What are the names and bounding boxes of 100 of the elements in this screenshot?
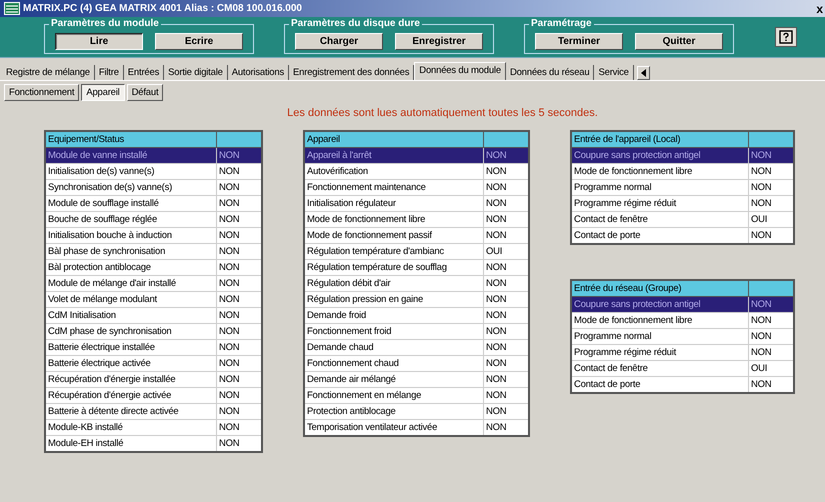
table-cell: CdM phase de synchronisation [45,324,216,340]
table-row[interactable]: Coupure sans protection antigel NON [571,296,794,312]
tab[interactable]: Filtre [94,65,124,80]
table-cell: Volet de mélange modulant [45,292,216,308]
group-legend: Paramétrage [529,18,594,29]
table-row[interactable]: Régulation température d'ambianc OUI [304,244,529,260]
tab[interactable]: Entrées [124,65,164,80]
subtab[interactable]: Appareil [81,84,125,101]
table-cell: Fonctionnement en mélange [304,388,484,404]
table-cell: NON [484,148,529,164]
table-row[interactable]: Récupération d'énergie installée NON [45,372,262,388]
help-button[interactable] [775,27,797,47]
subtab[interactable]: Fonctionnement [4,84,80,101]
table-cell: Régulation température de soufflag [304,260,484,276]
table-row[interactable]: Mode de fonctionnement libre NON [304,212,529,228]
subtab[interactable]: Défaut [126,84,164,101]
table-row[interactable]: Programme régime réduit NON [571,196,794,212]
table-row[interactable]: Protection antiblocage NON [304,404,529,420]
table-row[interactable]: CdM Initialisation NON [45,308,262,324]
table-row[interactable]: Batterie à détente directe activée NON [45,404,262,420]
toolbar-button[interactable]: Enregistrer [395,33,483,50]
left-arrow-icon [640,69,646,77]
table-cell: Initialisation régulateur [304,196,484,212]
table-row[interactable]: Batterie électrique installée NON [45,340,262,356]
table-row[interactable]: Initialisation régulateur NON [304,196,529,212]
table-row[interactable]: Fonctionnement froid NON [304,324,529,340]
table-cell: NON [748,296,794,312]
help-icon [779,30,793,44]
tab[interactable]: Registre de mélange [2,65,95,80]
table-row[interactable]: Fonctionnement en mélange NON [304,388,529,404]
tab-scroll-button[interactable] [636,66,650,80]
table-row[interactable]: Initialisation de(s) vanne(s) NON [45,164,262,180]
table-row[interactable]: Programme normal NON [571,180,794,196]
toolbar-button[interactable]: Quitter [635,33,723,50]
table-cell: Fonctionnement chaud [304,356,484,372]
table-cell: Coupure sans protection antigel [571,296,748,312]
table-cell: CdM Initialisation [45,308,216,324]
table-cell: Module de mélange d'air installé [45,276,216,292]
group-legend: Paramètres du module [49,18,161,29]
table-cell: Programme normal [571,328,748,344]
table-row[interactable]: Régulation débit d'air NON [304,276,529,292]
table-row[interactable]: Mode de fonctionnement libre NON [571,312,794,328]
table-row[interactable]: Module de mélange d'air installé NON [45,276,262,292]
table-row[interactable]: Temporisation ventilateur activée NON [304,420,529,436]
table-row[interactable]: Demande air mélangé NON [304,372,529,388]
table-row[interactable]: Demande chaud NON [304,340,529,356]
table-row[interactable]: Volet de mélange modulant NON [45,292,262,308]
table-cell: Temporisation ventilateur activée [304,420,484,436]
grid-icon [4,2,20,15]
table-cell: Programme normal [571,180,748,196]
table-cell: Demande chaud [304,340,484,356]
table-row[interactable]: Régulation pression en gaine NON [304,292,529,308]
toolbar-button[interactable]: Terminer [535,33,623,50]
table-row[interactable]: Fonctionnement maintenance NON [304,180,529,196]
table-row[interactable]: Programme normal NON [571,328,794,344]
table-cell: Bàl protection antiblocage [45,260,216,276]
tab[interactable]: Autorisations [228,65,290,80]
table-row[interactable]: Batterie électrique activée NON [45,356,262,372]
table-cell: Batterie à détente directe activée [45,404,216,420]
tab[interactable]: Service [594,65,634,80]
toolbar-button[interactable]: Charger [295,33,383,50]
table-row[interactable]: Mode de fonctionnement passif NON [304,228,529,244]
table-row[interactable]: Programme régime réduit NON [571,344,794,360]
table-row[interactable]: Fonctionnement chaud NON [304,356,529,372]
table-row[interactable]: Récupération d'énergie activée NON [45,388,262,404]
table-row[interactable]: Demande froid NON [304,308,529,324]
close-button[interactable]: x [816,2,825,16]
table-row[interactable]: Régulation température de soufflag NON [304,260,529,276]
table-row[interactable]: Module de soufflage installé NON [45,196,262,212]
table-row[interactable]: CdM phase de synchronisation NON [45,324,262,340]
table-cell: Mode de fonctionnement libre [571,164,748,180]
table-cell: Protection antiblocage [304,404,484,420]
table-cell: Demande froid [304,308,484,324]
table-row[interactable]: Initialisation bouche à induction NON [45,228,262,244]
toolbar-button[interactable]: Ecrire [155,33,243,50]
table-row[interactable]: Module-EH installé NON [45,436,262,452]
table-row[interactable]: Module de vanne installé NON [45,148,262,164]
tab[interactable]: Données du réseau [506,65,594,80]
table-row[interactable]: Mode de fonctionnement libre NON [571,164,794,180]
table-row[interactable]: Synchronisation de(s) vanne(s) NON [45,180,262,196]
table-row[interactable]: Bàl phase de synchronisation NON [45,244,262,260]
table-row[interactable]: Contact de fenêtre OUI [571,360,794,376]
table-row[interactable]: Module-KB installé NON [45,420,262,436]
table-cell: NON [216,148,262,164]
tab[interactable]: Sortie digitale [164,65,228,80]
table-row[interactable]: Coupure sans protection antigel NON [571,148,794,164]
table-cell: Module-KB installé [45,420,216,436]
table-cell: Contact de fenêtre [571,360,748,376]
toolbar-button[interactable]: Lire [55,33,143,50]
table-row[interactable]: Bouche de soufflage réglée NON [45,212,262,228]
table-row[interactable]: Autovérification NON [304,164,529,180]
table-row[interactable]: Bàl protection antiblocage NON [45,260,262,276]
table-cell: Synchronisation de(s) vanne(s) [45,180,216,196]
tab[interactable]: Données du module [414,62,506,80]
table-row[interactable]: Contact de porte NON [571,376,794,393]
table-row[interactable]: Appareil à l'arrêt NON [304,148,529,164]
table-row[interactable]: Contact de fenêtre OUI [571,212,794,228]
table-cell: Récupération d'énergie activée [45,388,216,404]
window-title: MATRIX.PC (4) GEA MATRIX 4001 Alias : CM08 100.016.000 [23,3,302,14]
table-row[interactable]: Contact de porte NON [571,228,794,244]
